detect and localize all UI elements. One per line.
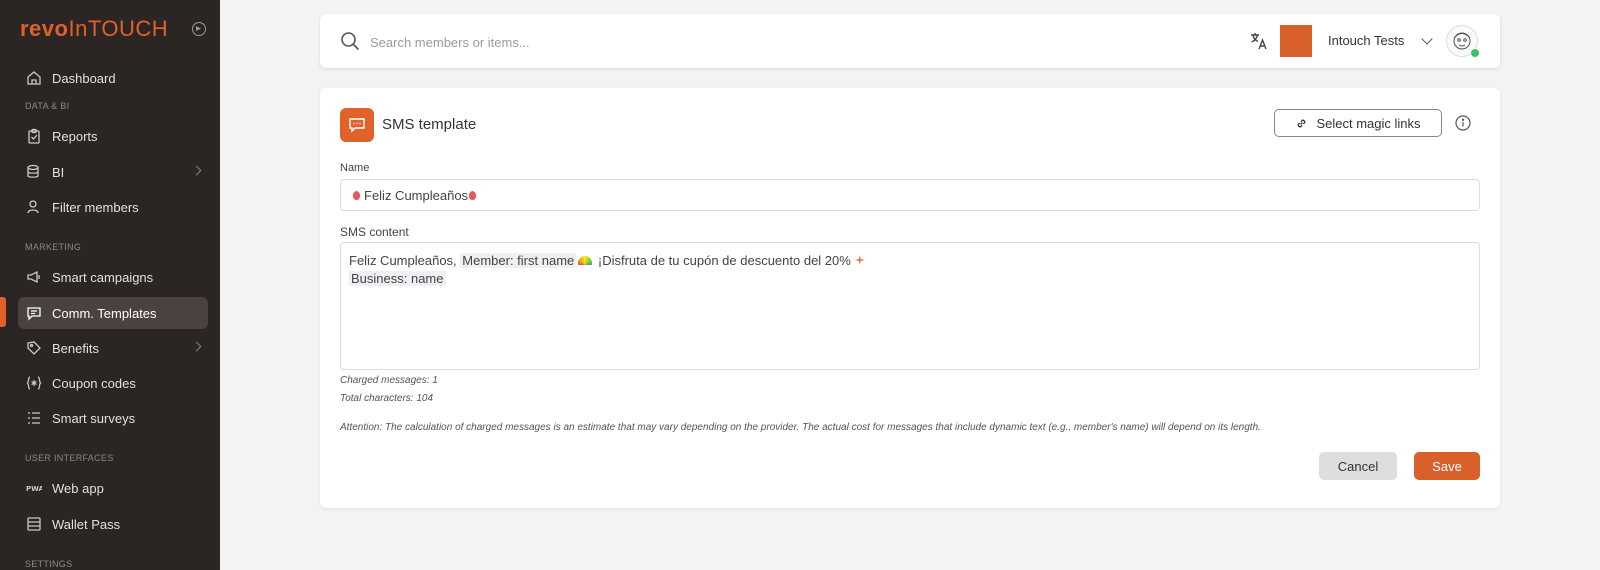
select-magic-links-button[interactable]: Select magic links — [1274, 109, 1442, 137]
topbar: Intouch Tests — [320, 14, 1500, 68]
sidebar-item-label: Smart campaigns — [52, 269, 154, 285]
dynamic-tag-business-name[interactable]: Business: name — [349, 271, 446, 286]
section-marketing: MARKETING — [25, 242, 82, 252]
section-data-bi: DATA & BI — [25, 101, 70, 111]
sidebar-item-web-app[interactable]: PWA Web app — [18, 472, 208, 504]
pwa-icon: PWA — [26, 480, 42, 496]
sidebar-item-wallet-pass[interactable]: Wallet Pass — [18, 508, 208, 540]
sms-text: ¡Disfruta de tu cupón de descuento del 2… — [594, 253, 851, 268]
clipboard-icon — [26, 128, 42, 144]
name-value: Feliz Cumpleaños — [364, 187, 469, 203]
chevron-right-icon — [191, 165, 202, 176]
sidebar-item-smart-campaigns[interactable]: Smart campaigns — [18, 261, 208, 293]
sidebar-item-benefits[interactable]: Benefits — [18, 332, 208, 364]
section-settings: SETTINGS — [25, 559, 73, 569]
sidebar-item-label: Web app — [52, 480, 104, 496]
sidebar-item-reports[interactable]: Reports — [18, 120, 208, 152]
sparkle-emoji — [854, 255, 865, 265]
save-button[interactable]: Save — [1414, 452, 1480, 480]
megaphone-icon — [26, 269, 42, 285]
sidebar-item-smart-surveys[interactable]: Smart surveys — [18, 402, 208, 434]
charged-messages: Charged messages: 1 — [340, 375, 438, 386]
wallet-icon — [26, 516, 42, 532]
sms-template-icon — [340, 108, 374, 142]
sidebar-item-label: Smart surveys — [52, 410, 136, 426]
translate-icon[interactable] — [1248, 30, 1270, 52]
sidebar-item-bi[interactable]: BI — [18, 156, 208, 188]
organization-name[interactable]: Intouch Tests — [1328, 33, 1404, 48]
chevron-down-icon[interactable] — [1421, 33, 1433, 45]
list-icon — [26, 410, 42, 426]
collapse-sidebar-icon[interactable] — [192, 22, 206, 36]
sidebar-item-label: Comm. Templates — [52, 305, 157, 321]
sms-content-label: SMS content — [340, 225, 409, 239]
user-filter-icon — [26, 199, 42, 215]
balloon-emoji — [469, 190, 477, 200]
sidebar-item-filter-members[interactable]: Filter members — [18, 191, 208, 223]
search-icon — [341, 32, 360, 51]
link-icon — [1298, 119, 1306, 127]
organization-logo[interactable] — [1280, 25, 1312, 57]
sms-content-line: Feliz Cumpleaños, Member: first name ¡Di… — [349, 253, 865, 268]
database-icon — [26, 164, 42, 180]
online-status-indicator — [1470, 48, 1480, 58]
search-input[interactable] — [368, 30, 972, 54]
dynamic-tag-member-first-name[interactable]: Member: first name — [460, 253, 577, 268]
sidebar-item-label: Reports — [52, 128, 98, 144]
message-icon — [349, 118, 365, 133]
sms-content-line: Business: name — [349, 271, 446, 286]
svg-text:PWA: PWA — [26, 485, 42, 493]
sidebar-item-coupon-codes[interactable]: Coupon codes — [18, 367, 208, 399]
sidebar-item-comm-templates[interactable]: Comm. Templates — [18, 297, 208, 329]
sidebar-item-label: BI — [52, 164, 65, 180]
sms-template-card: SMS template Select magic links Name Fel… — [320, 88, 1500, 508]
sms-content-textarea[interactable]: Feliz Cumpleaños, Member: first name ¡Di… — [340, 242, 1480, 370]
sidebar-item-label: Wallet Pass — [52, 516, 121, 532]
section-user-interfaces: USER INTERFACES — [25, 453, 114, 463]
active-indicator — [0, 297, 6, 327]
sidebar-item-label: Dashboard — [52, 70, 116, 86]
sidebar-item-dashboard[interactable]: Dashboard — [18, 62, 208, 94]
revo-intouch-logo[interactable]: revoInTOUCH — [20, 16, 168, 42]
balloon-emoji — [353, 190, 360, 200]
attention-note: Attention: The calculation of charged me… — [340, 422, 1261, 433]
rainbow-emoji — [578, 256, 593, 265]
sidebar-item-label: Filter members — [52, 199, 139, 215]
message-icon — [26, 305, 42, 321]
chevron-right-icon — [191, 341, 202, 352]
total-characters: Total characters: 104 — [340, 393, 434, 404]
info-icon[interactable] — [1455, 115, 1471, 131]
braces-asterisk-icon — [26, 375, 42, 391]
tag-icon — [26, 340, 42, 356]
select-magic-links-label: Select magic links — [1316, 115, 1421, 131]
sidebar-item-label: Coupon codes — [52, 375, 136, 391]
name-input[interactable]: Feliz Cumpleaños — [340, 179, 1480, 211]
page-title: SMS template — [382, 116, 477, 133]
sidebar-item-label: Benefits — [52, 340, 99, 356]
cancel-button[interactable]: Cancel — [1319, 452, 1397, 480]
sidebar: revoInTOUCH Dashboard DATA & BI Reports … — [0, 0, 220, 570]
name-label: Name — [340, 162, 370, 174]
sms-text: Feliz Cumpleaños, — [349, 253, 461, 268]
home-icon — [26, 70, 42, 86]
